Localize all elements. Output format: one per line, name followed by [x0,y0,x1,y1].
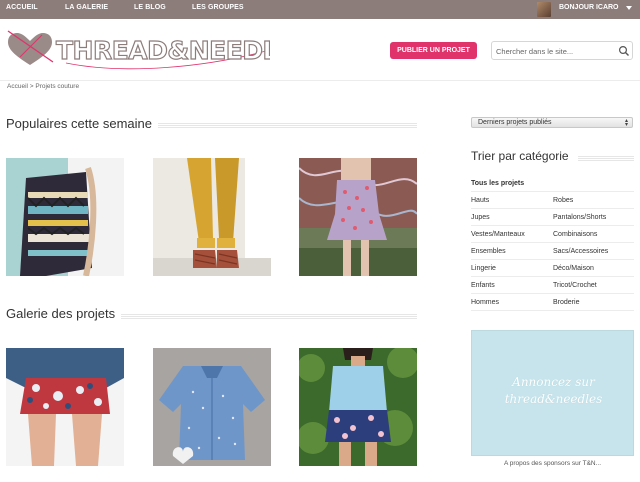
sort-select-value: Derniers projets publiés [478,119,552,126]
site-header: THREAD&NEEDLES PUBLIER UN PROJET [0,19,640,81]
top-navigation-bar: ACCUEIL LA GALERIE LE BLOG LES GROUPES B… [0,0,640,19]
nav-item-blog[interactable]: LE BLOG [134,4,166,11]
ad-text: Annoncez sur thread&needles [472,374,635,408]
category-link-lingerie[interactable]: Lingerie [471,265,496,272]
search-input[interactable] [496,45,614,57]
section-divider [150,123,417,128]
category-row: Hommes Broderie [471,294,634,311]
ad-text-line-1: Annoncez sur [512,375,595,389]
chevron-updown-icon: ▴ ▾ [624,118,628,128]
popular-project-thumbnail-3[interactable] [299,158,417,276]
category-link-hommes[interactable]: Hommes [471,299,499,306]
category-link-combinaisons[interactable]: Combinaisons [553,231,597,238]
chevron-down-icon[interactable] [626,6,632,10]
category-link-tricot[interactable]: Tricot/Crochet [553,282,597,289]
section-divider [120,314,417,319]
category-link-pantalons[interactable]: Pantalons/Shorts [553,214,606,221]
user-greeting[interactable]: BONJOUR ICARO [559,4,619,11]
category-link-ensembles[interactable]: Ensembles [471,248,506,255]
sponsor-info-link[interactable]: A propos des sponsors sur T&N... [471,460,634,467]
category-row: Hauts Robes [471,192,634,209]
categories-title: Trier par catégorie [471,149,575,163]
avatar[interactable] [537,2,551,17]
category-link-robes[interactable]: Robes [553,197,573,204]
category-row: Vestes/Manteaux Combinaisons [471,226,634,243]
category-link-jupes[interactable]: Jupes [471,214,490,221]
logo-wordmark: THREAD&NEEDLES [56,36,270,65]
nav-item-accueil[interactable]: ACCUEIL [6,4,38,11]
search-box [491,41,633,60]
gallery-project-thumbnail-2[interactable] [153,348,271,466]
gallery-section-title: Galerie des projets [6,306,122,321]
gallery-project-thumbnail-3[interactable] [299,348,417,466]
popular-project-thumbnail-1[interactable] [6,158,124,276]
category-link-sacs[interactable]: Sacs/Accessoires [553,248,608,255]
category-row: Lingerie Déco/Maison [471,260,634,277]
search-icon[interactable] [618,45,630,57]
category-link-deco[interactable]: Déco/Maison [553,265,594,272]
nav-item-galerie[interactable]: LA GALERIE [65,4,108,11]
sponsor-ad-banner[interactable]: Annoncez sur thread&needles [471,330,634,456]
section-divider [578,156,634,161]
category-row: Ensembles Sacs/Accessoires [471,243,634,260]
category-row: Enfants Tricot/Crochet [471,277,634,294]
gallery-project-thumbnail-1[interactable] [6,348,124,466]
popular-project-thumbnail-2[interactable] [153,158,271,276]
nav-item-groupes[interactable]: LES GROUPES [192,4,244,11]
category-row: Tous les projets [471,175,634,192]
category-row: Jupes Pantalons/Shorts [471,209,634,226]
heart-logo-icon [7,30,54,65]
category-link-hauts[interactable]: Hauts [471,197,489,204]
publish-project-button[interactable]: PUBLIER UN PROJET [390,42,477,59]
ad-text-line-2: thread&needles [504,392,603,406]
breadcrumb[interactable]: Accueil > Projets couture [7,83,79,90]
sort-select[interactable]: Derniers projets publiés ▴ ▾ [471,117,633,128]
site-logo[interactable]: THREAD&NEEDLES [6,29,270,73]
category-link-tous[interactable]: Tous les projets [471,180,524,187]
category-link-vestes[interactable]: Vestes/Manteaux [471,231,525,238]
popular-section-title: Populaires cette semaine [6,116,158,131]
category-link-enfants[interactable]: Enfants [471,282,495,289]
category-link-broderie[interactable]: Broderie [553,299,579,306]
